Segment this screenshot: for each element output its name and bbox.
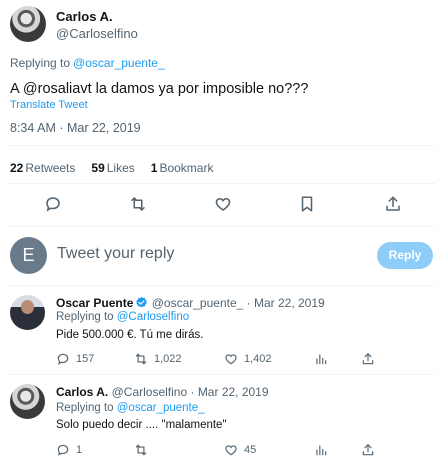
reply-replying-to: Replying to @Carloselfino [56,311,189,323]
reply-avatar[interactable] [10,384,45,419]
reply-replying-to: Replying to @oscar_puente_ [56,402,205,414]
divider [10,285,435,286]
likes-count: 59 [91,161,105,175]
divider [10,183,435,184]
retweet-count: 1,022 [154,353,182,365]
likes-stat[interactable]: 59 Likes [91,161,134,175]
reply-text: Solo puedo decir .... "malamente" [56,419,227,431]
divider [10,226,435,227]
reply-author-name[interactable]: Oscar Puente [56,296,133,310]
reply-icon [56,443,70,457]
analytics-icon[interactable] [314,352,328,366]
verified-badge-icon [135,296,148,309]
bookmark-icon[interactable] [298,195,316,213]
reply-actions: 157 1,022 1,402 [56,352,436,368]
retweet-icon[interactable] [129,195,147,213]
replying-to-link[interactable]: @oscar_puente_ [117,402,205,414]
reply-avatar[interactable] [10,295,45,330]
bookmarks-label: Bookmark [159,161,214,175]
replying-to-link[interactable]: @oscar_puente_ [73,56,165,70]
replying-to-line: Replying to @oscar_puente_ [10,56,165,70]
like-icon [224,352,238,366]
tweet-timestamp[interactable]: 8:34 AM · Mar 22, 2019 [10,121,141,135]
author-avatar[interactable] [10,6,46,42]
analytics-icon[interactable] [314,443,328,457]
reply-like-action[interactable]: 45 [224,443,256,457]
like-icon [224,443,238,457]
current-user-avatar[interactable]: E [10,237,47,274]
divider [10,374,435,375]
reply-author-handle[interactable]: @Carloselfino [112,385,188,399]
replying-to-link[interactable]: @Carloselfino [117,311,189,323]
likes-label: Likes [106,161,135,175]
tweet-stats: 22 Retweets 59 Likes 1 Bookmark [10,161,213,175]
reply-button[interactable]: Reply [377,242,433,269]
reply-header: Carlos A. @Carloselfino · Mar 22, 2019 [56,385,269,399]
divider [10,145,435,146]
like-count: 45 [244,444,257,456]
reply-author-handle[interactable]: @oscar_puente_ [152,296,244,310]
reply-date[interactable]: · Mar 22, 2019 [190,385,268,399]
bookmarks-count: 1 [150,161,158,175]
reply-retweet-action[interactable] [134,443,154,457]
retweet-icon [134,443,148,457]
replying-to-label: Replying to [56,311,114,323]
reply-icon[interactable] [44,195,62,213]
bookmarks-stat[interactable]: 1 Bookmark [151,161,214,175]
like-icon[interactable] [214,195,232,213]
reply-actions: 1 45 [56,443,436,459]
tweet-actions [0,195,445,215]
translate-tweet-link[interactable]: Translate Tweet [10,99,88,111]
share-icon[interactable] [384,195,402,213]
retweets-stat[interactable]: 22 Retweets [10,161,75,175]
reply-retweet-action[interactable]: 1,022 [134,352,182,366]
reply-text: Pide 500.000 €. Tú me dirás. [56,329,204,341]
share-icon[interactable] [361,443,375,457]
reply-date[interactable]: · Mar 22, 2019 [247,296,325,310]
reply-input[interactable]: Tweet your reply [57,245,174,263]
author-handle[interactable]: @Carloselfino [56,26,138,41]
replying-to-label: Replying to [10,56,71,70]
replying-to-label: Replying to [56,402,114,414]
author-name[interactable]: Carlos A. [56,9,113,24]
retweets-label: Retweets [25,161,76,175]
reply-count: 1 [76,444,83,456]
reply-header: Oscar Puente @oscar_puente_ · Mar 22, 20… [56,296,325,310]
share-icon[interactable] [361,352,375,366]
retweets-count: 22 [10,161,24,175]
like-count: 1,402 [244,353,272,365]
tweet-text: A @rosaliavt la damos ya por imposible n… [10,81,309,97]
reply-author-name[interactable]: Carlos A. [56,385,108,399]
reply-like-action[interactable]: 1,402 [224,352,272,366]
reply-count: 157 [76,353,95,365]
reply-reply-action[interactable]: 157 [56,352,94,366]
reply-reply-action[interactable]: 1 [56,443,82,457]
retweet-icon [134,352,148,366]
reply-icon [56,352,70,366]
